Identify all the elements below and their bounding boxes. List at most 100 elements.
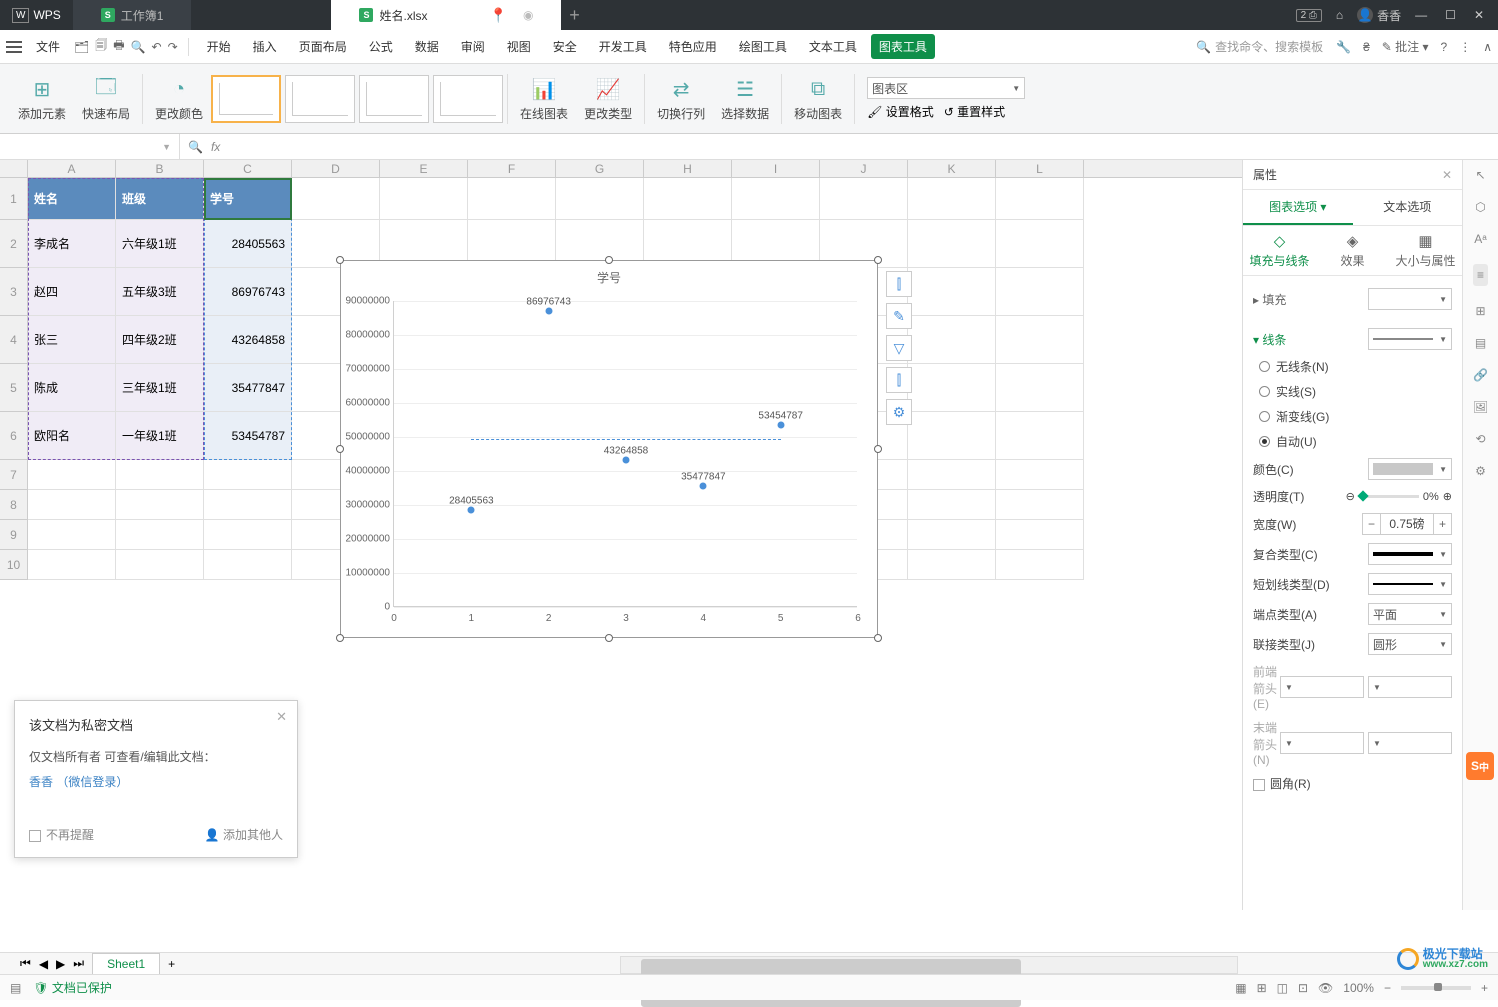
zoom-out-icon[interactable]: − bbox=[1384, 981, 1391, 995]
round-checkbox[interactable]: 圆角(R) bbox=[1253, 775, 1311, 792]
doc-protected-status[interactable]: 🛡 文档已保护 bbox=[33, 979, 112, 996]
cell[interactable] bbox=[996, 316, 1084, 364]
view-split-icon[interactable]: ◫ bbox=[1277, 981, 1288, 995]
row-header[interactable]: 6 bbox=[0, 412, 28, 460]
col-header[interactable]: D bbox=[292, 160, 380, 177]
line-preview-combo[interactable]: ▼ bbox=[1368, 328, 1452, 350]
redo-icon[interactable]: ↷ bbox=[168, 40, 178, 54]
view-normal-icon[interactable]: ▦ bbox=[1235, 981, 1246, 995]
resize-handle[interactable] bbox=[605, 256, 613, 264]
rb-online-chart[interactable]: 📊在线图表 bbox=[512, 68, 576, 129]
chart-style-button[interactable]: ✎ bbox=[886, 303, 912, 329]
col-header[interactable]: H bbox=[644, 160, 732, 177]
cell[interactable]: 张三 bbox=[28, 316, 116, 364]
rb-change-type[interactable]: 📈更改类型 bbox=[576, 68, 640, 129]
rb-move-chart[interactable]: ⧉移动图表 bbox=[786, 68, 850, 129]
cell[interactable]: 35477847 bbox=[204, 364, 292, 412]
maximize-button[interactable]: ☐ bbox=[1445, 8, 1456, 22]
resize-handle[interactable] bbox=[874, 634, 882, 642]
cell[interactable] bbox=[28, 460, 116, 490]
minimize-button[interactable]: — bbox=[1415, 8, 1427, 22]
cell[interactable] bbox=[28, 550, 116, 580]
cell[interactable] bbox=[204, 460, 292, 490]
color-combo[interactable]: ▼ bbox=[1368, 458, 1452, 480]
cell[interactable] bbox=[996, 460, 1084, 490]
backup-tool-icon[interactable]: ⟲ bbox=[1475, 432, 1485, 446]
menu-view[interactable]: 视图 bbox=[499, 34, 539, 59]
subtab-fill-line[interactable]: ◇填充与线条 bbox=[1243, 226, 1316, 275]
hamburger-icon[interactable] bbox=[6, 41, 22, 53]
rb-switch-rc[interactable]: ⇄切换行列 bbox=[649, 68, 713, 129]
file-tab-2-active[interactable]: S 姓名.xlsx 📍 ◉ bbox=[331, 0, 561, 30]
rb-select-data[interactable]: ☱选择数据 bbox=[713, 68, 777, 129]
cell[interactable] bbox=[116, 460, 204, 490]
user-button[interactable]: 👤 香香 bbox=[1357, 7, 1401, 24]
sheet-nav-first-icon[interactable]: ⏮ bbox=[20, 956, 31, 971]
sheet-tab[interactable]: Sheet1 bbox=[92, 953, 160, 974]
chart-plot-area[interactable]: 0100000002000000030000000400000005000000… bbox=[393, 301, 857, 607]
panel-tab-chart-options[interactable]: 图表选项 ▾ bbox=[1243, 190, 1353, 225]
chart-elements-button[interactable]: ⫿ bbox=[886, 271, 912, 297]
popup-user-link[interactable]: 香香 （微信登录） bbox=[29, 773, 128, 790]
menu-drawtools[interactable]: 绘图工具 bbox=[731, 34, 795, 59]
chart-style-1[interactable] bbox=[211, 75, 281, 123]
sheet-add-button[interactable]: + bbox=[168, 957, 175, 971]
cell[interactable]: 六年级1班 bbox=[116, 220, 204, 268]
menu-start[interactable]: 开始 bbox=[199, 34, 239, 59]
arrow-end-size-combo[interactable]: ▼ bbox=[1368, 732, 1452, 754]
col-header[interactable]: A bbox=[28, 160, 116, 177]
chart-style-3[interactable] bbox=[359, 75, 429, 123]
section-fill[interactable]: ▸ 填充 ▼ bbox=[1253, 284, 1452, 314]
cell[interactable] bbox=[908, 268, 996, 316]
panel-tab-text-options[interactable]: 文本选项 bbox=[1353, 190, 1463, 225]
resize-handle[interactable] bbox=[336, 445, 344, 453]
undo-icon[interactable]: ↶ bbox=[152, 40, 162, 54]
chart-filter-button[interactable]: ▽ bbox=[886, 335, 912, 361]
cell[interactable] bbox=[820, 178, 908, 220]
row-header[interactable]: 4 bbox=[0, 316, 28, 364]
strikethrough-icon[interactable]: ₴ bbox=[1363, 40, 1370, 54]
cell[interactable] bbox=[292, 178, 380, 220]
cell[interactable]: 陈成 bbox=[28, 364, 116, 412]
col-header[interactable]: E bbox=[380, 160, 468, 177]
cell[interactable] bbox=[908, 490, 996, 520]
cell[interactable] bbox=[908, 364, 996, 412]
section-line[interactable]: ▾ 线条 ▼ bbox=[1253, 324, 1452, 354]
file-menu[interactable]: 文件 bbox=[28, 34, 68, 59]
cell[interactable] bbox=[204, 550, 292, 580]
radio-gradient-line[interactable]: 渐变线(G) bbox=[1253, 404, 1452, 429]
cell[interactable] bbox=[908, 316, 996, 364]
batch-comment-button[interactable]: ✎ 批注 ▾ bbox=[1382, 38, 1429, 55]
select-all-corner[interactable] bbox=[0, 160, 28, 177]
row-header[interactable]: 8 bbox=[0, 490, 28, 520]
cell[interactable]: 欧阳名 bbox=[28, 412, 116, 460]
arrow-start-size-combo[interactable]: ▼ bbox=[1368, 676, 1452, 698]
col-header[interactable]: G bbox=[556, 160, 644, 177]
cell[interactable] bbox=[996, 412, 1084, 460]
command-search[interactable]: 🔍 查找命令、搜索模板 bbox=[1195, 37, 1324, 56]
col-header[interactable]: K bbox=[908, 160, 996, 177]
more-icon[interactable]: ⋮ bbox=[1459, 40, 1471, 54]
resize-handle[interactable] bbox=[874, 445, 882, 453]
arrow-end-combo[interactable]: ▼ bbox=[1280, 732, 1364, 754]
preview-icon[interactable]: 🔍 bbox=[131, 40, 146, 54]
compound-combo[interactable]: ▼ bbox=[1368, 543, 1452, 565]
cell[interactable]: 四年级2班 bbox=[116, 316, 204, 364]
eye-icon[interactable]: 👁 bbox=[1318, 981, 1333, 995]
resize-handle[interactable] bbox=[874, 256, 882, 264]
pivot-tool-icon[interactable]: ⊞ bbox=[1475, 304, 1485, 318]
layers-tool-icon[interactable]: ≡ bbox=[1473, 264, 1488, 286]
cell[interactable] bbox=[996, 490, 1084, 520]
radio-no-line[interactable]: 无线条(N) bbox=[1253, 354, 1452, 379]
col-header[interactable]: C bbox=[204, 160, 292, 177]
chart-switch-button[interactable]: ⫿ bbox=[886, 367, 912, 393]
popup-close-icon[interactable]: ✕ bbox=[276, 709, 287, 725]
popup-add-other-button[interactable]: 👤 添加其他人 bbox=[205, 826, 283, 843]
help-icon[interactable]: ? bbox=[1441, 40, 1448, 54]
cell[interactable]: 43264858 bbox=[204, 316, 292, 364]
toolbar-icon[interactable]: 🗂 bbox=[74, 40, 89, 54]
chart-area-combo[interactable]: 图表区▼ bbox=[867, 77, 1025, 99]
image-tool-icon[interactable]: 🖼 bbox=[1473, 400, 1488, 414]
worksheet-tool-icon[interactable]: ▤ bbox=[1475, 336, 1486, 350]
cell[interactable] bbox=[204, 520, 292, 550]
